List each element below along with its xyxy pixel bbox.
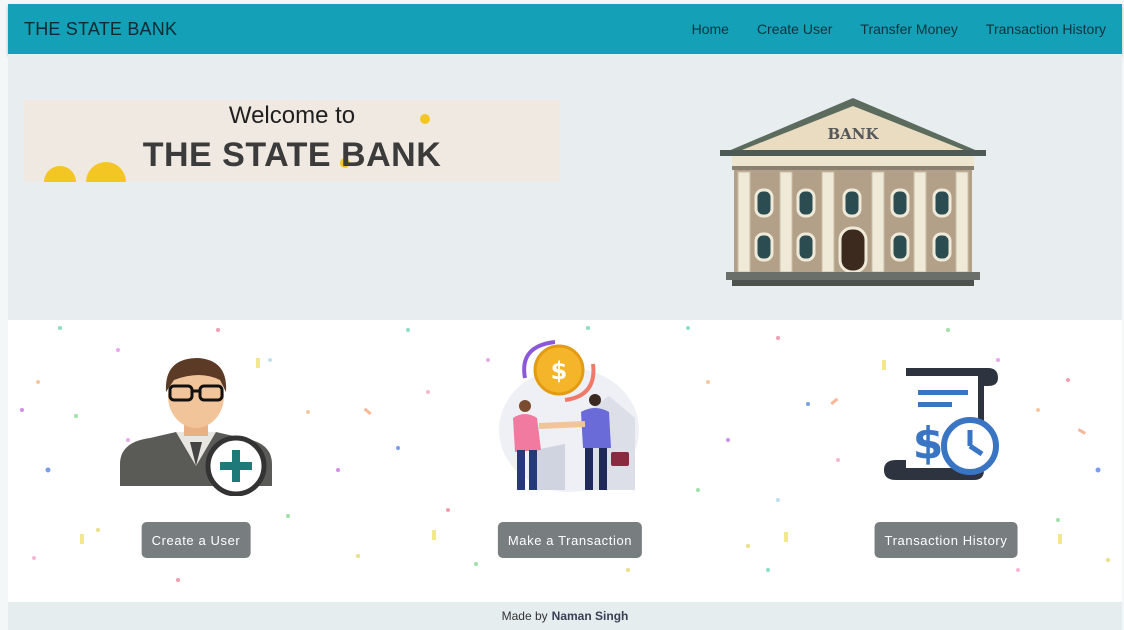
create-user-button[interactable]: Create a User <box>141 522 251 558</box>
nav-create-user[interactable]: Create User <box>757 21 832 37</box>
features-section: Create a User $ Make a Transaction $ Tra… <box>8 320 1122 602</box>
svg-text:$: $ <box>913 418 944 469</box>
welcome-banner: Welcome to THE STATE BANK <box>24 100 560 182</box>
welcome-heading: Welcome to <box>228 102 356 129</box>
browser-frame: THE STATE BANK Home Create User Transfer… <box>0 0 1124 630</box>
transaction-history-icon: $ <box>884 368 999 480</box>
bank-sign-text: BANK <box>827 125 879 143</box>
feature-make-transaction: $ Make a Transaction <box>420 320 720 602</box>
bank-title: THE STATE BANK <box>142 136 442 174</box>
navbar: THE STATE BANK Home Create User Transfer… <box>8 4 1122 54</box>
transaction-handshake-icon: $ <box>499 340 639 492</box>
hero-section: Welcome to THE STATE BANK BANK <box>8 54 1122 320</box>
feature-transaction-history: $ Transaction History <box>796 320 1096 602</box>
nav-home[interactable]: Home <box>692 21 729 37</box>
feature-create-user: Create a User <box>46 320 346 602</box>
nav-transfer-money[interactable]: Transfer Money <box>860 21 958 37</box>
nav-transaction-history[interactable]: Transaction History <box>986 21 1106 37</box>
page: THE STATE BANK Home Create User Transfer… <box>8 4 1122 630</box>
svg-text:$: $ <box>551 357 568 385</box>
brand-logo[interactable]: THE STATE BANK <box>24 19 177 40</box>
footer: Made by Naman Singh <box>8 602 1122 630</box>
footer-author: Naman Singh <box>551 609 629 623</box>
nav-links: Home Create User Transfer Money Transact… <box>692 21 1106 37</box>
footer-made-by: Made by <box>501 609 548 623</box>
transaction-history-button[interactable]: Transaction History <box>874 522 1018 558</box>
make-transaction-button[interactable]: Make a Transaction <box>497 522 643 558</box>
user-add-icon <box>120 358 272 496</box>
bank-building-icon: BANK <box>720 98 986 286</box>
